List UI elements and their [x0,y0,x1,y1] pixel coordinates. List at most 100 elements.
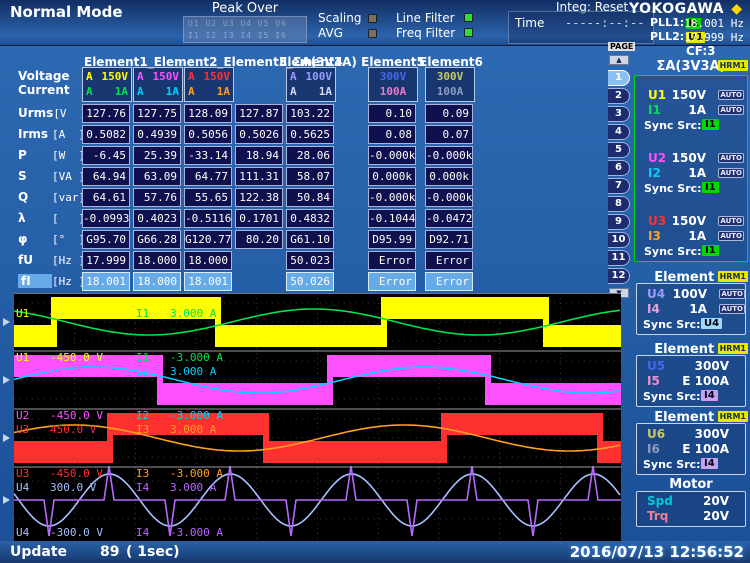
i-range: 1A [217,85,230,100]
table-cell: 80.20 [235,230,283,249]
page-tab-9[interactable]: 9 [608,214,630,230]
harmonics-badge: HRM1 [718,411,748,422]
harmonics-badge: HRM1 [718,60,748,71]
wiring-element6: 300V 100A [425,67,475,102]
update-label: Update [10,544,67,560]
page-tab-8[interactable]: 8 [608,196,630,212]
wiring-sidebar: CF:3 ΣA(3V3A)HRM1 U1150VAUTO I11AAUTO Sy… [634,42,748,542]
table-cell: 57.76 [133,188,181,207]
table-row-fi-selected: fI[Hz ] 18.001 18.000 18.001 50.026 Erro… [14,272,621,291]
wave-scale-u1-top: U1450.0 VI13.000 A [14,294,621,306]
row-label: fI[Hz ] [18,274,85,288]
page-tab-5[interactable]: 5 [608,142,630,158]
table-cell: -0.0993 [82,209,130,228]
channel-label: Trq [647,509,668,523]
table-cell: 103.22 [286,104,334,123]
table-cell: 0.09 [425,104,473,123]
table-cell: -0.0472 [425,209,473,228]
table-cell: 55.65 [184,188,232,207]
range-value: 150V [644,151,706,165]
channel-label: I6 [647,442,660,456]
table-cell: 50.84 [286,188,334,207]
page-tab-7[interactable]: 7 [608,178,630,194]
page-tab-12[interactable]: 12 [608,268,630,284]
u-range: 150V [102,70,129,85]
i-mode: A [137,85,144,100]
sync-src-label: Sync Src: [644,182,702,195]
table-cell: -33.14 [184,146,232,165]
bottom-status-bar: Update 89 ( 1sec) 2016/07/13 12:56:52 [0,541,750,563]
table-cell: -0.5116 [184,209,232,228]
table-cell: 18.000 [133,272,181,291]
page-tab-1[interactable]: 1 [608,70,630,86]
table-row-p: P[W ] -6.45 25.39 -33.14 18.94 28.06 -0.… [14,146,621,165]
pll1-unit: Hz [731,17,744,30]
range-value: E 100A [667,374,729,388]
page-tab-6[interactable]: 6 [608,160,630,176]
table-cell: Error [368,272,416,291]
wave-scale-u3-bottom: U3-450.0 VI3-3.000 A [14,454,621,466]
table-cell: 0.5056 [184,125,232,144]
u-range: 150V [204,70,231,85]
u-mode: A [137,70,144,85]
i-range: 100A [380,85,407,100]
range-value: 1A [644,166,706,180]
table-cell: 0.000k [425,167,473,186]
table-row-phi: φ[° ] G95.70 G66.28 G120.77 80.20 G61.10… [14,230,621,249]
update-count: 89 [100,544,119,560]
i-range: 100A [437,85,464,100]
channel-label: I5 [647,374,660,388]
u-mode: A [188,70,195,85]
table-row-fu: fU[Hz ] 17.999 18.000 18.000 50.023 Erro… [14,251,621,270]
table-cell: 0.07 [425,125,473,144]
page-tab-4[interactable]: 4 [608,124,630,140]
i-mode: A [290,85,297,100]
table-cell: G66.28 [133,230,181,249]
u-range: 300V [380,70,407,85]
table-cell: 0.5026 [235,125,283,144]
page-tab-11[interactable]: 11 [608,250,630,266]
page-strip-label: PAGE [608,42,635,51]
wave-scale-u2-bottom: U2-450.0 VI2-3.000 A [14,396,621,408]
harmonics-badge: HRM1 [718,271,748,282]
motor-box: Spd20V Trq20V [636,491,746,527]
table-cell: -6.45 [82,146,130,165]
table-cell: 127.87 [235,104,283,123]
row-label: fU[Hz ] [18,253,85,267]
table-cell: 0.5625 [286,125,334,144]
range-value: 1A [644,103,706,117]
table-cell: -0.000k [425,146,473,165]
range-value: 1A [645,302,707,316]
page-up-button[interactable]: ▲ [609,55,629,65]
sigma-element2-wiring: U2150VAUTO I21AAUTO Sync Src:I1 [638,151,744,197]
page-tab-2[interactable]: 2 [608,88,630,104]
channel-marker-icon [3,434,10,442]
table-cell: 17.999 [82,251,130,270]
auto-badge: AUTO [718,105,744,115]
element5-box: U5300V I5E 100A Sync Src:I4 [636,355,746,407]
table-cell: 0.10 [368,104,416,123]
page-tab-10[interactable]: 10 [608,232,630,248]
range-value: 150V [644,214,706,228]
channel-label: U5 [647,359,665,373]
wiring-element1: A150V A1A [82,67,132,102]
page-tab-3[interactable]: 3 [608,106,630,122]
table-cell: 18.001 [184,272,232,291]
pll1-value: 18.001 [684,17,724,30]
wiring-element5: 300V 100A [368,67,418,102]
sync-src-badge: I4 [701,458,718,469]
table-cell: G120.77 [184,230,232,249]
sync-src-label: Sync Src: [643,458,701,471]
channel-marker-icon [3,318,10,326]
table-cell: 64.94 [82,167,130,186]
table-cell: 28.06 [286,146,334,165]
table-cell: G95.70 [82,230,130,249]
sigma-element1-wiring: U1150VAUTO I11AAUTO Sync Src:I1 [638,88,744,134]
table-cell: 0.000k [368,167,416,186]
table-cell: -0.000k [368,146,416,165]
row-label: Urms[V ] [18,106,86,120]
sync-src-label: Sync Src: [643,318,701,331]
update-interval: ( 1sec) [126,544,180,560]
yokogawa-diamond-icon: ◆ [731,1,742,17]
table-cell: 63.09 [133,167,181,186]
